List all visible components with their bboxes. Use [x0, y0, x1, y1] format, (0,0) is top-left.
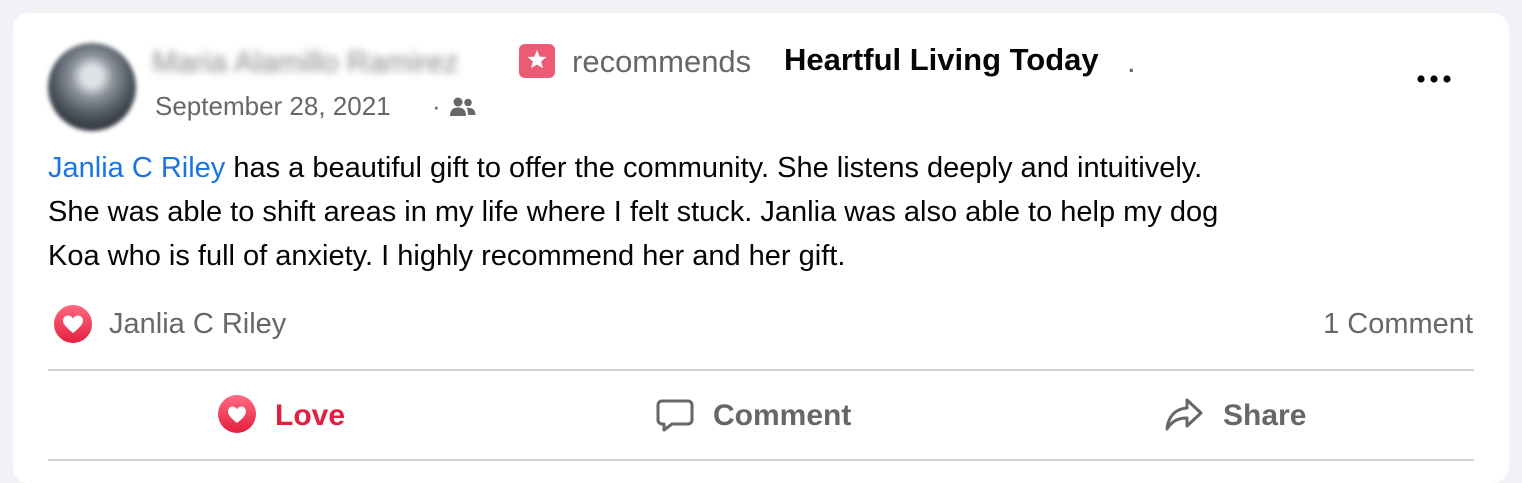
comment-button[interactable]: Comment [655, 390, 851, 442]
more-options-icon[interactable] [1412, 62, 1458, 96]
share-button-label: Share [1223, 399, 1307, 432]
love-button[interactable]: Love [217, 390, 345, 442]
post-body: Janlia C Riley has a beautiful gift to o… [48, 146, 1468, 278]
reaction-names[interactable]: Janlia C Riley [109, 306, 286, 342]
divider-top [48, 369, 1474, 371]
comment-icon [655, 394, 695, 439]
recommended-page-name[interactable]: Heartful Living Today [784, 42, 1099, 78]
recommends-text: recommends [572, 44, 752, 79]
share-button[interactable]: Share [1163, 390, 1306, 442]
recommend-star-icon [519, 44, 555, 78]
post-text-line-2: She was able to shift areas in my life w… [48, 196, 1219, 228]
author-name[interactable]: Maria Alamillo Ramirez [152, 46, 512, 80]
mention-link[interactable]: Janlia C Riley [48, 152, 225, 184]
post-date[interactable]: September 28, 2021 [155, 90, 391, 122]
post-text-line-1: has a beautiful gift to offer the commun… [225, 152, 1203, 184]
comment-count[interactable]: 1 Comment [1323, 306, 1473, 342]
love-reaction-icon[interactable] [51, 302, 95, 351]
author-avatar[interactable] [48, 43, 136, 131]
love-button-label: Love [275, 399, 346, 432]
date-separator: · [432, 91, 441, 121]
post-text-line-3: Koa who is full of anxiety. I highly rec… [48, 240, 846, 272]
love-icon [217, 394, 257, 439]
share-icon [1163, 394, 1205, 439]
page-name-suffix: . [1127, 44, 1136, 79]
comment-button-label: Comment [713, 399, 852, 432]
friends-icon[interactable] [449, 96, 477, 123]
divider-bottom [48, 459, 1474, 461]
